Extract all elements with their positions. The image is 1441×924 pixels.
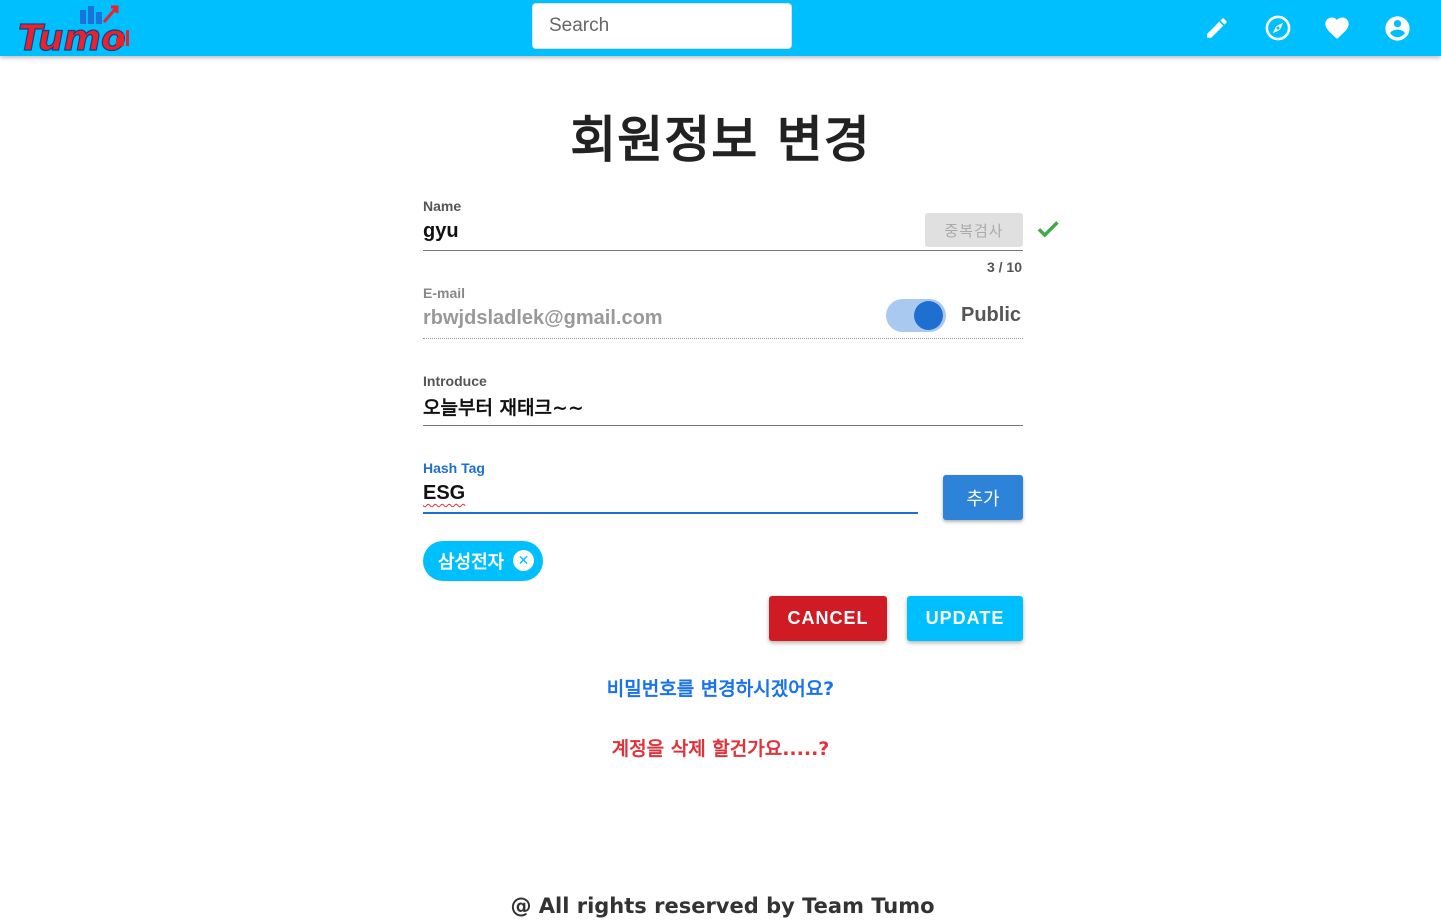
tumo-logo-graphic: Tumo: [17, 5, 129, 60]
email-field: rbwjdsladlek@gmail.com: [423, 307, 663, 329]
name-char-counter: 3 / 10: [986, 259, 1022, 275]
introduce-underline: [423, 425, 1023, 426]
cancel-button[interactable]: CANCEL: [769, 596, 887, 641]
change-password-link[interactable]: 비밀번호를 변경하시겠어요?: [0, 674, 1441, 701]
hashtag-chip-label: 삼성전자: [438, 552, 505, 573]
hashtag-underline: [423, 512, 918, 514]
compass-icon[interactable]: [1263, 13, 1293, 43]
duplicate-check-button[interactable]: 중복검사: [925, 213, 1023, 247]
public-toggle-knob[interactable]: [914, 301, 943, 330]
hashtag-label: Hash Tag: [423, 460, 485, 476]
name-input[interactable]: gyu: [423, 220, 459, 243]
search-box[interactable]: [532, 3, 792, 49]
close-circle-icon[interactable]: ✕: [513, 550, 534, 571]
heart-icon[interactable]: [1322, 13, 1352, 43]
public-toggle-label: Public: [961, 304, 1022, 326]
hashtag-input[interactable]: ESG: [423, 482, 465, 505]
page-title: 회원정보 변경: [570, 111, 871, 169]
account-circle-icon[interactable]: [1382, 13, 1412, 43]
check-icon: [1034, 216, 1062, 247]
name-label: Name: [423, 198, 462, 214]
svg-text:Tumo: Tumo: [18, 18, 126, 54]
tumo-logo[interactable]: Tumo: [17, 4, 134, 60]
pencil-icon[interactable]: [1202, 13, 1232, 43]
introduce-input[interactable]: 오늘부터 재태크~~: [423, 393, 584, 420]
name-underline: [423, 250, 1023, 251]
footer-text: @ All rights reserved by Team Tumo: [510, 894, 935, 918]
email-label: E-mail: [423, 285, 466, 301]
update-button[interactable]: UPDATE: [907, 596, 1023, 641]
top-app-bar: Tumo: [0, 0, 1441, 60]
email-underline: [423, 338, 1023, 339]
add-hashtag-button[interactable]: 추가: [943, 475, 1023, 520]
delete-account-link[interactable]: 계정을 삭제 할건가요.....?: [0, 734, 1441, 761]
search-input[interactable]: [533, 4, 791, 48]
introduce-label: Introduce: [423, 373, 487, 389]
